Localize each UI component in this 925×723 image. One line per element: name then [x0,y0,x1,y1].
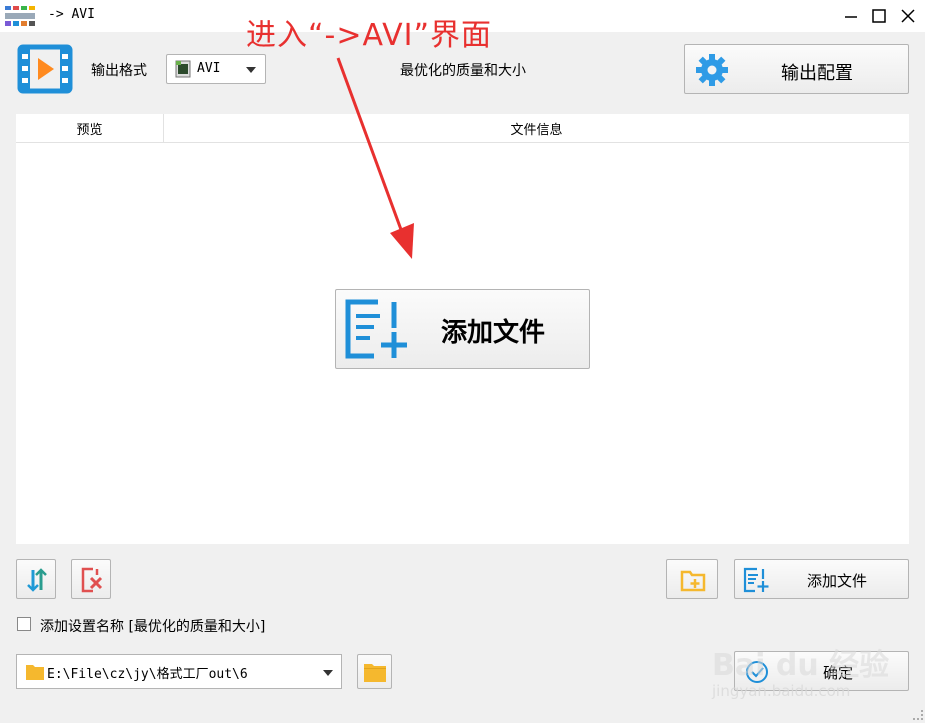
avi-file-icon [175,60,191,78]
watermark-url: jingyan.baidu.com [712,682,851,700]
add-file-small-icon [743,567,769,593]
add-file-icon [345,299,407,359]
sort-arrows-icon [27,568,47,592]
watermark-brand: Bai du 经验 [712,648,890,683]
minimize-button[interactable] [836,0,866,32]
output-path-value: E:\File\cz\jy\格式工厂out\6 [47,667,248,682]
add-setting-name-checkbox[interactable] [17,617,31,631]
output-path-select[interactable]: E:\File\cz\jy\格式工厂out\6 [16,654,342,689]
sort-button[interactable] [16,559,56,599]
remove-file-button[interactable] [71,559,111,599]
maximize-button[interactable] [864,0,894,32]
add-folder-button[interactable] [666,559,718,599]
resize-grip[interactable] [913,710,923,720]
delete-file-icon [81,567,103,593]
column-header-preview[interactable]: 预览 [16,114,164,142]
maximize-icon [872,9,886,23]
add-file-center-button[interactable]: 添加文件 [335,289,590,369]
annotation-text: 进入“->AVI”界面 [246,18,493,53]
output-format-value: AVI [197,61,221,76]
file-list-header: 预览 文件信息 [16,114,909,143]
minimize-icon [845,16,857,18]
app-logo-icon [4,5,36,27]
add-setting-name-label: 添加设置名称 [最优化的质量和大小] [40,619,266,635]
add-file-button[interactable]: 添加文件 [734,559,909,599]
output-config-button[interactable]: 输出配置 [684,44,909,94]
annotation-arrow-icon [336,57,414,259]
output-format-label: 输出格式 [91,63,147,79]
close-icon [901,9,915,23]
folder-open-icon [364,664,386,682]
browse-folder-button[interactable] [357,654,392,689]
close-button[interactable] [893,0,923,32]
chevron-down-icon [323,670,333,676]
chevron-down-icon [246,67,256,73]
video-format-icon [17,44,73,98]
window-title: -> AVI [48,7,95,22]
add-folder-icon [680,570,706,592]
add-file-center-label: 添加文件 [441,318,546,348]
folder-icon [26,665,44,680]
output-format-select[interactable]: AVI [166,54,266,84]
add-file-label: 添加文件 [807,572,868,590]
gear-icon [696,54,728,86]
column-header-file-info[interactable]: 文件信息 [164,114,909,142]
output-config-label: 输出配置 [781,63,853,84]
